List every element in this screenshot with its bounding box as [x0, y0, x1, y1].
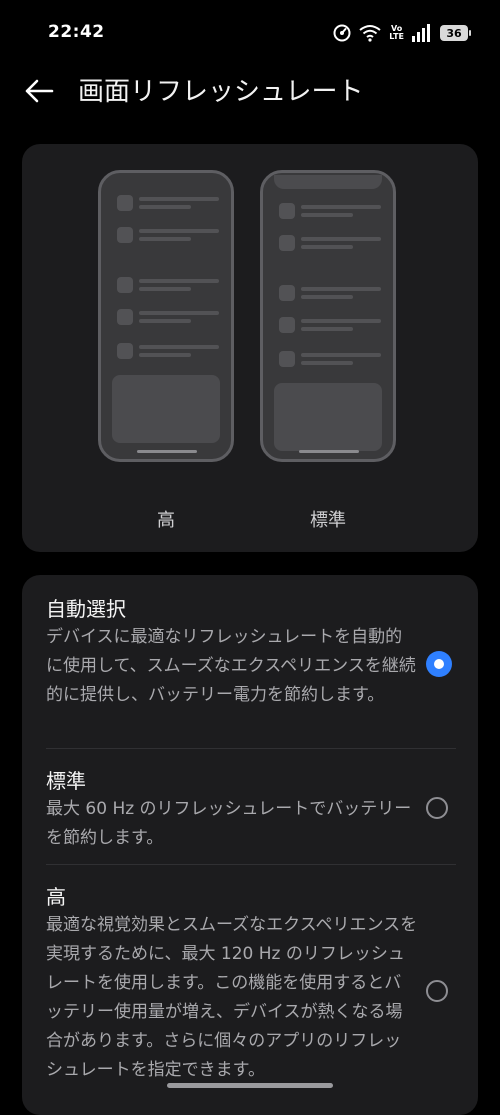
back-button[interactable]	[18, 72, 60, 114]
option-standard[interactable]: 標準 最大 60 Hz のリフレッシュレートでバッテリーを節約します。	[22, 749, 478, 864]
radio-button[interactable]	[426, 797, 448, 819]
list-item	[279, 351, 383, 369]
high-refresh-phone-illustration	[98, 170, 234, 462]
content-block	[274, 383, 382, 451]
app-header: 画面リフレッシュレート	[0, 62, 500, 122]
option-auto[interactable]: 自動選択 デバイスに最適なリフレッシュレートを自動的に使用して、スムーズなエクス…	[22, 575, 478, 747]
home-indicator	[299, 450, 359, 453]
refresh-rate-options: 自動選択 デバイスに最適なリフレッシュレートを自動的に使用して、スムーズなエクス…	[22, 575, 478, 1115]
status-bar: 22:42 Vo LTE 36	[0, 0, 500, 64]
option-description: 最適な視覚効果とスムーズなエクスペリエンスを実現するために、最大 120 Hz …	[46, 915, 418, 1080]
page-title: 画面リフレッシュレート	[78, 77, 364, 107]
refresh-rate-preview: 高 標準	[22, 144, 478, 552]
status-icons: Vo LTE 36	[333, 22, 471, 44]
list-item	[117, 195, 221, 213]
list-item	[279, 235, 383, 253]
option-title: 標準	[46, 769, 86, 793]
wifi-icon	[359, 24, 381, 42]
list-item	[279, 203, 383, 221]
option-description: 最大 60 Hz のリフレッシュレートでバッテリーを節約します。	[46, 799, 412, 848]
gesture-navigation-handle[interactable]	[167, 1083, 333, 1088]
option-description: デバイスに最適なリフレッシュレートを自動的に使用して、スムーズなエクスペリエンス…	[46, 627, 416, 705]
standard-refresh-phone-illustration	[260, 170, 396, 462]
preview-label-standard: 標準	[310, 510, 346, 531]
list-item	[117, 343, 221, 361]
volte-bottom-text: LTE	[389, 32, 404, 41]
volte-icon: Vo LTE	[389, 25, 404, 41]
list-item	[279, 317, 383, 335]
list-item	[117, 277, 221, 295]
option-title: 高	[46, 885, 66, 909]
arrow-left-icon	[24, 79, 54, 107]
battery-icon: 36	[440, 25, 471, 41]
radio-button[interactable]	[426, 980, 448, 1002]
data-saver-icon	[333, 24, 351, 42]
status-time: 22:42	[48, 22, 105, 42]
list-item	[117, 227, 221, 245]
content-block	[112, 375, 220, 443]
radio-button-selected[interactable]	[426, 651, 452, 677]
list-item	[117, 309, 221, 327]
status-area	[274, 175, 382, 189]
option-high[interactable]: 高 最適な視覚効果とスムーズなエクスペリエンスを実現するために、最大 120 H…	[22, 865, 478, 1115]
option-title: 自動選択	[46, 597, 126, 621]
list-item	[279, 285, 383, 303]
signal-icon	[412, 24, 432, 42]
preview-label-high: 高	[157, 510, 175, 531]
home-indicator	[137, 450, 197, 453]
